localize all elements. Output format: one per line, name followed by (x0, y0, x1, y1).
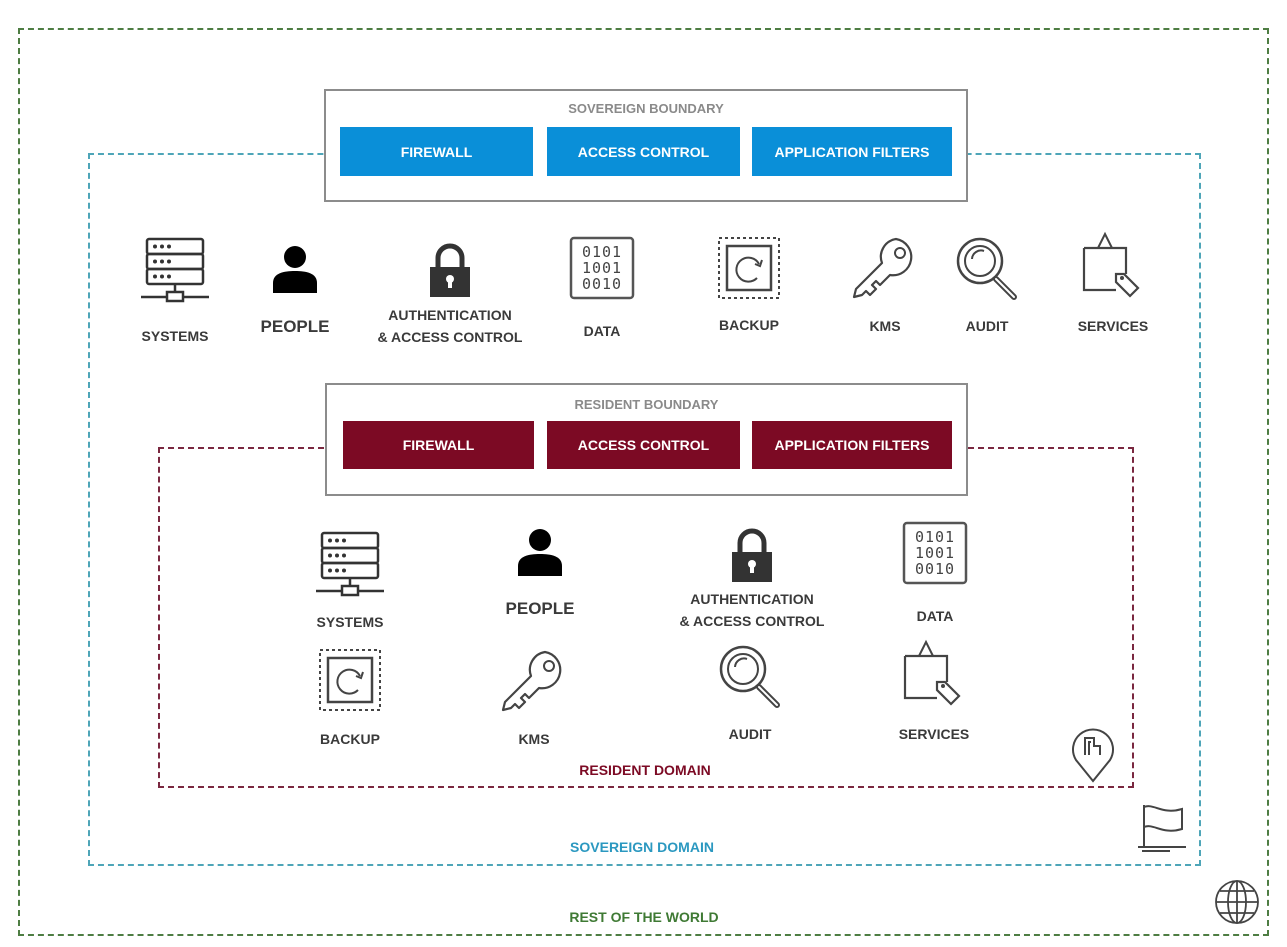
globe-icon (1215, 880, 1259, 924)
sovereign-item: PEOPLE (205, 316, 385, 338)
lock-icon (428, 243, 472, 304)
resident-item: KMS (444, 728, 624, 750)
person-icon (517, 528, 563, 583)
resident-item: BACKUP (260, 728, 440, 750)
item-label: AUTHENTICATION & ACCESS CONTROL (377, 307, 523, 345)
item-label: SERVICES (1077, 318, 1149, 334)
rest-of-world-label: REST OF THE WORLD (569, 909, 719, 925)
item-label: DATA (916, 608, 954, 624)
binary-data-icon: 0101 1001 0010 (902, 521, 968, 590)
item-label: DATA (583, 323, 621, 339)
resident-application-filters: APPLICATION FILTERS (752, 421, 952, 469)
item-label: BACKUP (320, 731, 380, 747)
person-icon (272, 245, 318, 300)
resident-boundary-title: RESIDENT BOUNDARY (574, 397, 719, 412)
magnifier-icon (717, 643, 783, 716)
item-label: PEOPLE (505, 599, 575, 618)
sovereign-firewall: FIREWALL (340, 127, 533, 176)
sovereign-boundary: SOVEREIGN BOUNDARY FIREWALL ACCESS CONTR… (324, 89, 968, 202)
item-label: SYSTEMS (316, 614, 384, 630)
item-label: KMS (518, 731, 550, 747)
svg-text:0010: 0010 (582, 275, 622, 293)
resident-item: DATA (845, 605, 1025, 627)
resident-boundary: RESIDENT BOUNDARY FIREWALL ACCESS CONTRO… (325, 383, 968, 496)
backup-icon (717, 236, 781, 305)
resident-access-control: ACCESS CONTROL (547, 421, 740, 469)
shopping-bag-icon (901, 638, 967, 713)
item-label: PEOPLE (260, 317, 330, 336)
resident-item: SERVICES (844, 723, 1024, 745)
resident-firewall: FIREWALL (343, 421, 534, 469)
sovereign-access-control: ACCESS CONTROL (547, 127, 740, 176)
item-label: AUDIT (728, 726, 772, 742)
item-label: SERVICES (898, 726, 970, 742)
key-icon (850, 235, 920, 306)
binary-data-icon: 0101 1001 0010 (569, 236, 635, 305)
magnifier-icon (954, 235, 1020, 308)
key-icon (499, 648, 569, 719)
item-label: KMS (869, 318, 901, 334)
server-icon (139, 237, 211, 310)
flag-icon (1138, 805, 1186, 852)
backup-icon (318, 648, 382, 717)
resident-item: SYSTEMS (260, 611, 440, 633)
item-label: SYSTEMS (141, 328, 209, 344)
svg-text:0010: 0010 (915, 560, 955, 578)
resident-domain-label: RESIDENT DOMAIN (579, 762, 711, 778)
item-label: AUDIT (965, 318, 1009, 334)
location-pin-icon (1072, 728, 1114, 783)
item-label: AUTHENTICATION & ACCESS CONTROL (679, 591, 825, 629)
sovereign-item: SERVICES (1023, 315, 1203, 337)
resident-item: AUDIT (660, 723, 840, 745)
lock-icon (730, 528, 774, 589)
item-label: BACKUP (719, 317, 779, 333)
sovereign-boundary-title: SOVEREIGN BOUNDARY (568, 101, 724, 116)
resident-item: AUTHENTICATION & ACCESS CONTROL (662, 588, 842, 632)
resident-item: PEOPLE (450, 598, 630, 620)
server-icon (314, 531, 386, 604)
sovereign-application-filters: APPLICATION FILTERS (752, 127, 952, 176)
shopping-bag-icon (1080, 230, 1146, 305)
sovereign-domain-label: SOVEREIGN DOMAIN (570, 839, 714, 855)
